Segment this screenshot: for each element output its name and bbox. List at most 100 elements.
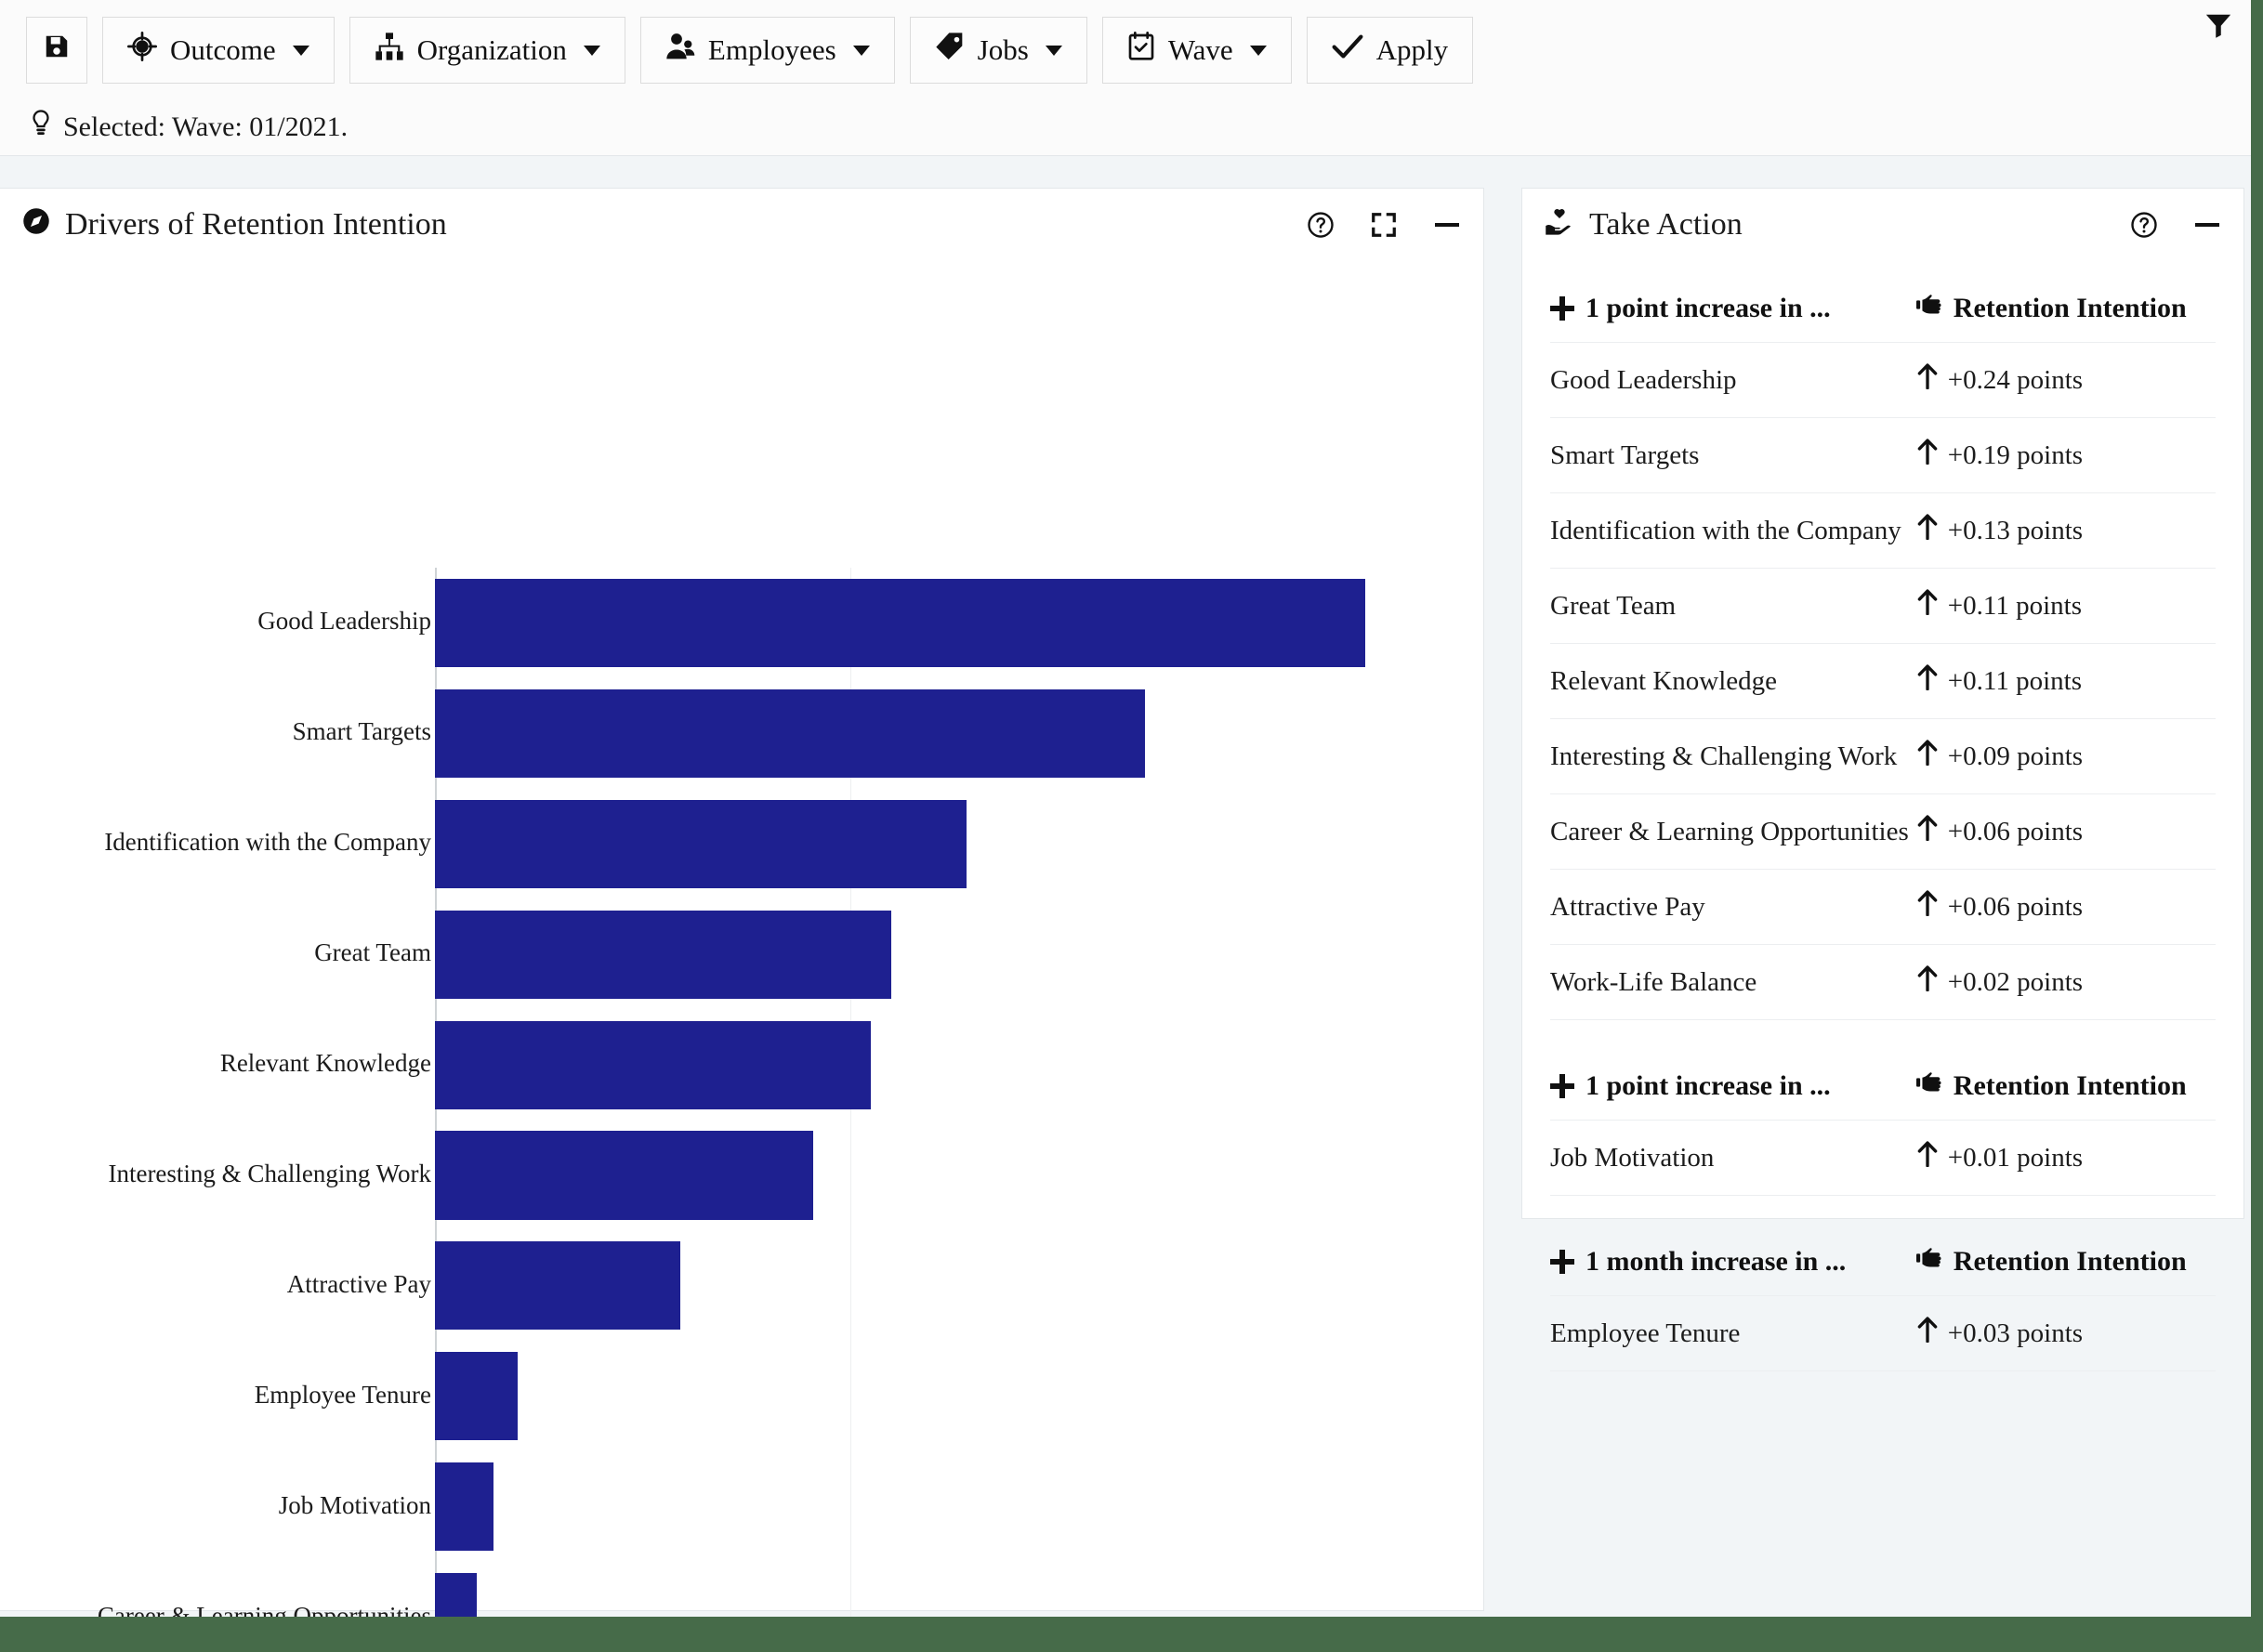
effect-value-label: +0.06 points bbox=[1948, 817, 2083, 847]
arrow-up-icon bbox=[1916, 363, 1939, 397]
bar[interactable] bbox=[435, 579, 1365, 667]
bar-row bbox=[435, 1241, 1417, 1330]
organization-menu-button[interactable]: Organization bbox=[349, 17, 625, 84]
y-axis-tick-label: Attractive Pay bbox=[287, 1270, 431, 1299]
chart-panel-tools bbox=[1305, 189, 1463, 261]
employees-menu-button[interactable]: Employees bbox=[640, 17, 895, 84]
table-row[interactable]: Good Leadership+0.24 points bbox=[1550, 343, 2216, 418]
bar-row bbox=[435, 689, 1417, 778]
table-row[interactable]: Attractive Pay+0.06 points bbox=[1550, 870, 2216, 945]
arrow-up-icon bbox=[1916, 1141, 1939, 1174]
group-header-col1-label: 1 point increase in ... bbox=[1585, 293, 1831, 324]
bar[interactable] bbox=[435, 1241, 680, 1330]
employees-menu-label: Employees bbox=[708, 33, 836, 67]
hand-holding-heart-icon bbox=[1545, 207, 1574, 243]
action-panel-header: Take Action bbox=[1522, 189, 2243, 261]
group-header-col1: 1 month increase in ... bbox=[1550, 1246, 1916, 1278]
help-icon[interactable] bbox=[2128, 209, 2160, 241]
apply-button[interactable]: Apply bbox=[1307, 17, 1474, 84]
driver-name-cell: Good Leadership bbox=[1550, 365, 1916, 396]
arrow-up-icon bbox=[1916, 589, 1939, 623]
group-header-col2: Retention Intention bbox=[1916, 293, 2216, 324]
chevron-down-icon bbox=[1046, 46, 1062, 56]
bar-row bbox=[435, 1131, 1417, 1219]
expand-icon[interactable] bbox=[1368, 209, 1400, 241]
effect-value-label: +0.11 points bbox=[1948, 591, 2082, 622]
lightbulb-icon bbox=[30, 110, 52, 145]
app-root: Outcome Organization bbox=[0, 0, 2263, 1652]
chart-panel-title-group: Drivers of Retention Intention bbox=[22, 207, 447, 243]
group-header-col2: Retention Intention bbox=[1916, 1246, 2216, 1278]
minus-glyph bbox=[2195, 223, 2219, 227]
wave-menu-button[interactable]: Wave bbox=[1102, 17, 1292, 84]
selected-filters-text: Selected: Wave: 01/2021. bbox=[63, 111, 348, 143]
effect-value-label: +0.11 points bbox=[1948, 666, 2082, 697]
minimize-icon[interactable] bbox=[1431, 209, 1463, 241]
bar[interactable] bbox=[435, 1352, 518, 1440]
pointing-hand-icon bbox=[1916, 1246, 1944, 1278]
effect-value-label: +0.06 points bbox=[1948, 892, 2083, 923]
table-row[interactable]: Great Team+0.11 points bbox=[1550, 569, 2216, 644]
effect-value-cell: +0.19 points bbox=[1916, 439, 2216, 472]
effect-value-label: +0.09 points bbox=[1948, 741, 2083, 772]
take-action-group-header: 1 month increase in ... Retention Intenti… bbox=[1550, 1227, 2216, 1296]
bar[interactable] bbox=[435, 911, 891, 999]
bar-row bbox=[435, 1462, 1417, 1551]
group-header-col1-label: 1 month increase in ... bbox=[1585, 1246, 1846, 1278]
chevron-down-icon bbox=[584, 46, 600, 56]
table-row[interactable]: Identification with the Company+0.13 poi… bbox=[1550, 493, 2216, 569]
table-row[interactable]: Relevant Knowledge+0.11 points bbox=[1550, 644, 2216, 719]
y-axis-tick-label: Interesting & Challenging Work bbox=[108, 1160, 431, 1188]
table-row[interactable]: Smart Targets+0.19 points bbox=[1550, 418, 2216, 493]
take-action-table: 1 point increase in ... Retention Intenti… bbox=[1522, 261, 2243, 1371]
take-action-group-header: 1 point increase in ... Retention Intenti… bbox=[1550, 1052, 2216, 1121]
chevron-down-icon bbox=[293, 46, 309, 56]
filter-icon[interactable] bbox=[2203, 9, 2234, 41]
save-floppy-icon bbox=[43, 33, 71, 68]
effect-value-label: +0.02 points bbox=[1948, 967, 2083, 998]
bar[interactable] bbox=[435, 1462, 493, 1551]
bar[interactable] bbox=[435, 689, 1145, 778]
bar[interactable] bbox=[435, 1021, 871, 1109]
y-axis-tick-label: Great Team bbox=[314, 938, 431, 967]
arrow-up-icon bbox=[1916, 740, 1939, 773]
compass-icon bbox=[22, 207, 50, 243]
effect-value-label: +0.19 points bbox=[1948, 440, 2083, 471]
bar[interactable] bbox=[435, 800, 967, 888]
y-axis-tick-label: Job Motivation bbox=[279, 1491, 431, 1520]
plus-icon bbox=[1550, 296, 1574, 321]
bar-chart: 00.1 (medium effect) Good LeadershipSmar… bbox=[0, 261, 1484, 1608]
arrow-up-icon bbox=[1916, 514, 1939, 547]
arrow-up-icon bbox=[1916, 890, 1939, 924]
table-row[interactable]: Interesting & Challenging Work+0.09 poin… bbox=[1550, 719, 2216, 794]
action-panel-title: Take Action bbox=[1589, 207, 1743, 243]
right-accent-strip bbox=[2251, 0, 2263, 1652]
bar-row bbox=[435, 911, 1417, 999]
table-row[interactable]: Employee Tenure+0.03 points bbox=[1550, 1296, 2216, 1371]
wave-menu-label: Wave bbox=[1168, 33, 1233, 67]
y-axis-tick-label: Good Leadership bbox=[257, 607, 431, 636]
table-row[interactable]: Job Motivation+0.01 points bbox=[1550, 1121, 2216, 1196]
group-header-col2: Retention Intention bbox=[1916, 1070, 2216, 1102]
jobs-menu-button[interactable]: Jobs bbox=[910, 17, 1087, 84]
outcome-menu-button[interactable]: Outcome bbox=[102, 17, 335, 84]
minimize-icon[interactable] bbox=[2191, 209, 2223, 241]
selected-filters-bar: Selected: Wave: 01/2021. bbox=[30, 110, 348, 145]
effect-value-cell: +0.01 points bbox=[1916, 1141, 2216, 1174]
plot-area bbox=[435, 568, 1417, 1652]
table-row[interactable]: Career & Learning Opportunities+0.06 poi… bbox=[1550, 794, 2216, 870]
arrow-up-icon bbox=[1916, 1317, 1939, 1350]
effect-value-cell: +0.11 points bbox=[1916, 664, 2216, 698]
chart-panel-header: Drivers of Retention Intention bbox=[0, 189, 1483, 261]
table-row[interactable]: Work-Life Balance+0.02 points bbox=[1550, 945, 2216, 1020]
take-action-group-header: 1 point increase in ... Retention Intenti… bbox=[1550, 274, 2216, 343]
bar[interactable] bbox=[435, 1131, 813, 1219]
take-action-panel: Take Action 1 point increase in ... Reten… bbox=[1521, 188, 2244, 1219]
help-icon[interactable] bbox=[1305, 209, 1336, 241]
save-button[interactable] bbox=[26, 17, 87, 84]
y-axis-tick-label: Employee Tenure bbox=[255, 1381, 431, 1409]
jobs-menu-label: Jobs bbox=[978, 33, 1029, 67]
arrow-up-icon bbox=[1916, 439, 1939, 472]
group-header-col1-label: 1 point increase in ... bbox=[1585, 1070, 1831, 1102]
pointing-hand-icon bbox=[1916, 293, 1944, 324]
